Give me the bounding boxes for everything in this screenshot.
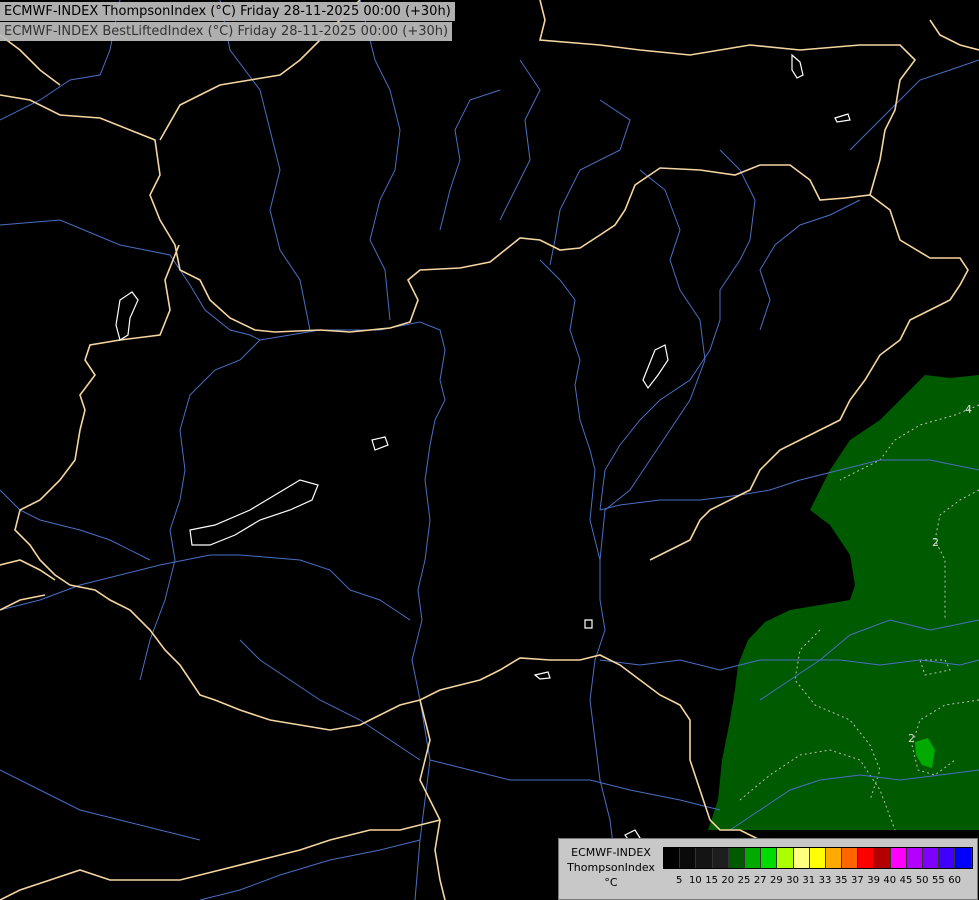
legend-tick-label: 50: [915, 875, 929, 886]
legend-tick-label: 37: [851, 875, 864, 886]
legend-tick-label: 20: [721, 875, 735, 886]
legend-swatch: [744, 848, 762, 868]
legend-tick-label: 55: [932, 875, 945, 886]
legend-swatch: [874, 848, 891, 868]
legend-parameter: ThompsonIndex: [567, 861, 655, 874]
legend-model: ECMWF-INDEX: [571, 846, 651, 859]
legend-tick-label: 31: [802, 875, 816, 886]
legend-tick-label: 10: [689, 875, 702, 886]
legend-tick-label: 60: [948, 875, 961, 886]
contour-label: 4: [965, 403, 972, 416]
legend-tick-labels: 5 10 15 20 25 27 29 30 31 33 35 37 39 40 45 50 55 60: [663, 875, 973, 889]
legend-swatch: [890, 848, 907, 868]
legend-swatch: [712, 848, 729, 868]
legend-swatch: [858, 848, 875, 868]
legend-swatch: [696, 848, 713, 868]
legend-tick-label: 45: [899, 875, 913, 886]
contour-label: 2: [932, 536, 939, 549]
legend-unit: °C: [604, 876, 618, 889]
legend-swatch: [842, 848, 859, 868]
legend-swatch: [680, 848, 697, 868]
legend-swatch: [825, 848, 843, 868]
legend-swatch: [777, 848, 794, 868]
legend-swatch: [955, 848, 972, 868]
legend-swatch: [906, 848, 923, 868]
legend-tick-label: 27: [753, 875, 767, 886]
legend-tick-label: 5: [676, 875, 683, 886]
legend-tick-label: 25: [737, 875, 751, 886]
map-title-secondary: ECMWF-INDEX BestLiftedIndex (°C) Friday …: [0, 22, 453, 41]
color-legend: ECMWF-INDEX ThompsonIndex °C 5 10 15 20 25 27…: [558, 838, 978, 900]
legend-swatch: [809, 848, 826, 868]
map: 4 2 2: [0, 0, 979, 900]
legend-swatch: [728, 848, 745, 868]
legend-swatch: [664, 848, 681, 868]
legend-swatch: [939, 848, 956, 868]
legend-tick-label: 40: [883, 875, 897, 886]
legend-swatch: [793, 848, 810, 868]
legend-tick-label: 39: [867, 875, 880, 886]
legend-tick-label: 15: [705, 875, 718, 886]
map-title-primary: ECMWF-INDEX ThompsonIndex (°C) Friday 28…: [0, 2, 455, 21]
legend-tick-label: 29: [770, 875, 783, 886]
legend-tick-label: 33: [818, 875, 832, 886]
legend-swatches: [663, 847, 973, 869]
contour-label: 2: [908, 732, 915, 745]
legend-swatch: [923, 848, 940, 868]
legend-tick-label: 30: [786, 875, 799, 886]
legend-swatch: [761, 848, 778, 868]
legend-tick-label: 35: [834, 875, 848, 886]
